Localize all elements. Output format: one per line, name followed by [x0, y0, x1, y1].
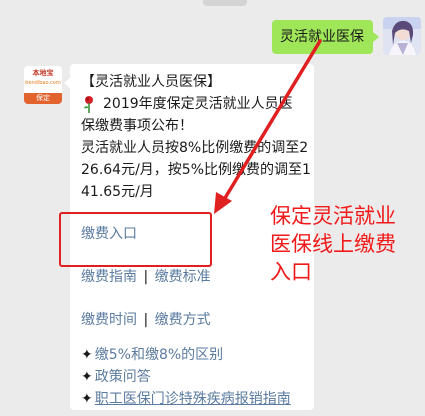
annotation-line-2: 医保线上缴费	[270, 232, 396, 256]
annotation-line-3: 入口	[270, 260, 312, 284]
annotation-line-1: 保定灵活就业	[270, 204, 396, 228]
annotation-text: 保定灵活就业 医保线上缴费 入口	[270, 202, 420, 286]
